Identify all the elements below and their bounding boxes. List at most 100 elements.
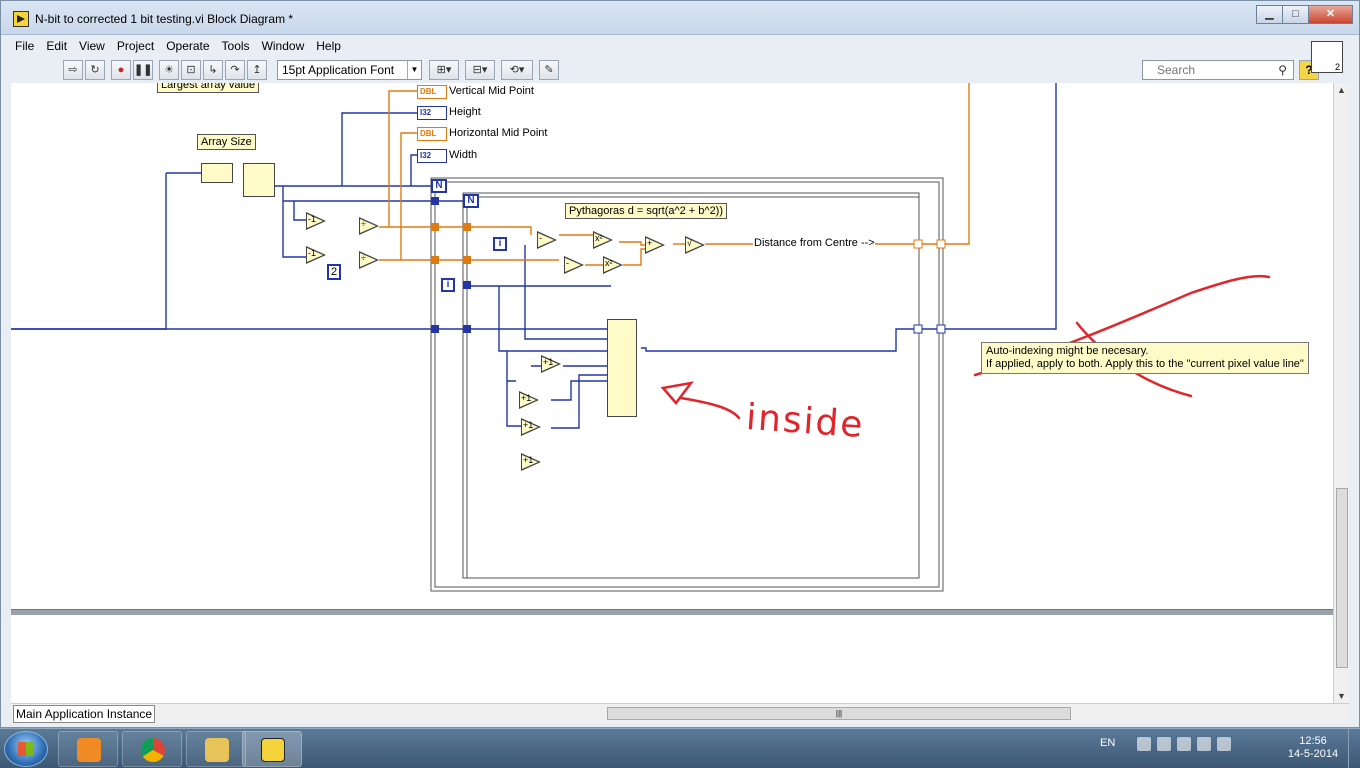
sqrt-node[interactable]: √	[685, 236, 705, 254]
divide-node[interactable]: ÷	[359, 217, 379, 235]
square-node[interactable]: x²	[593, 231, 613, 249]
inner-loop-iteration-terminal[interactable]: i	[493, 237, 507, 251]
clock-date: 14-5-2014	[1287, 748, 1339, 760]
retain-wire-values-icon[interactable]: ⊡	[181, 60, 201, 80]
vi-icon[interactable]: 2	[1311, 41, 1343, 73]
subtract-node[interactable]: -	[564, 256, 584, 274]
horizontal-scrollbar[interactable]: |||	[171, 706, 1331, 722]
pause-icon[interactable]: ❚❚	[133, 60, 153, 80]
add-symbol: +	[647, 238, 653, 248]
menu-tools[interactable]: Tools	[216, 37, 256, 57]
divide-symbol: ÷	[361, 219, 366, 229]
terminal-type-dbl[interactable]: DBL	[417, 85, 447, 99]
volume-icon[interactable]	[1197, 737, 1212, 751]
terminal-type-i32[interactable]: I32	[417, 149, 447, 163]
add-node[interactable]: +	[645, 236, 665, 254]
step-over-icon[interactable]: ↷	[225, 60, 245, 80]
pythagoras-label: Pythagoras d = sqrt(a^2 + b^2))	[565, 203, 728, 219]
comment-line-1: Auto-indexing might be necesary.	[986, 345, 1149, 357]
square-symbol: x²	[595, 233, 603, 243]
abort-icon[interactable]: ●	[111, 60, 131, 80]
menu-view[interactable]: View	[73, 37, 111, 57]
search-input[interactable]	[1157, 61, 1275, 79]
toolbar: ⇨ ↻ ● ❚❚ ☀ ⊡ ↳ ↷ ↥ 15pt Application Font…	[9, 58, 1349, 82]
media-player-icon	[77, 738, 101, 762]
device-icon[interactable]	[1157, 737, 1172, 751]
taskbar-media-player[interactable]	[58, 731, 118, 767]
array-size-label: Array Size	[197, 134, 256, 150]
taskbar-labview[interactable]	[242, 731, 302, 767]
chevron-down-icon: ▼	[407, 61, 421, 79]
step-into-icon[interactable]: ↳	[203, 60, 223, 80]
divide-node[interactable]: ÷	[359, 251, 379, 269]
menu-help[interactable]: Help	[310, 37, 347, 57]
close-button[interactable]: ✕	[1308, 5, 1353, 24]
action-center-flag-icon[interactable]	[1137, 737, 1152, 751]
decrement-node[interactable]: -1	[306, 246, 326, 264]
labview-app-icon	[13, 11, 29, 27]
taskbar-clock[interactable]: 12:56 14-5-2014	[1284, 735, 1342, 761]
sqrt-symbol: √	[687, 238, 692, 248]
comment-note[interactable]: Auto-indexing might be necesary. If appl…	[981, 342, 1309, 374]
vertical-scrollbar[interactable]: ▲ ▼	[1333, 83, 1349, 703]
language-indicator[interactable]: EN	[1100, 737, 1115, 751]
vertical-scroll-thumb[interactable]	[1336, 488, 1348, 668]
highlight-execution-icon[interactable]: ☀	[159, 60, 179, 80]
search-icon[interactable]: ⚲	[1278, 63, 1287, 77]
vertical-mid-point-label: Vertical Mid Point	[449, 85, 534, 97]
taskbar-chrome[interactable]	[122, 731, 182, 767]
network-signal-icon[interactable]	[1177, 737, 1192, 751]
numeric-constant-two[interactable]: 2	[327, 264, 341, 280]
start-button[interactable]	[4, 731, 48, 767]
menu-window[interactable]: Window	[256, 37, 311, 57]
divide-symbol: ÷	[361, 253, 366, 263]
array-size-node[interactable]	[201, 163, 233, 183]
taskbar-explorer[interactable]	[186, 731, 246, 767]
horizontal-scroll-thumb[interactable]: |||	[607, 707, 1071, 720]
menu-operate[interactable]: Operate	[160, 37, 215, 57]
distribute-objects-icon[interactable]: ⊟▾	[465, 60, 495, 80]
reorder-icon[interactable]: ⟲▾	[501, 60, 533, 80]
index-array-inner-node[interactable]	[607, 319, 637, 417]
font-select-value: 15pt Application Font	[282, 63, 395, 77]
scroll-down-icon[interactable]: ▼	[1337, 691, 1346, 701]
step-out-icon[interactable]: ↥	[247, 60, 267, 80]
increment-node[interactable]: +1	[519, 391, 539, 409]
menu-project[interactable]: Project	[111, 37, 160, 57]
increment-node[interactable]: +1	[521, 418, 541, 436]
decrement-node[interactable]: -1	[306, 212, 326, 230]
outer-loop-iteration-terminal[interactable]: i	[441, 278, 455, 292]
align-objects-icon[interactable]: ⊞▾	[429, 60, 459, 80]
square-symbol: x²	[605, 258, 613, 268]
menu-file[interactable]: File	[9, 37, 40, 57]
minimize-button[interactable]: ▁	[1256, 5, 1283, 24]
scroll-up-icon[interactable]: ▲	[1337, 85, 1346, 95]
height-label: Height	[449, 106, 481, 118]
run-arrow-icon[interactable]: ⇨	[63, 60, 83, 80]
decrement-symbol: -1	[308, 248, 317, 258]
inner-loop-count-terminal[interactable]: N	[463, 194, 479, 208]
clean-up-diagram-icon[interactable]: ✎	[539, 60, 559, 80]
menu-edit[interactable]: Edit	[40, 37, 73, 57]
dropbox-icon[interactable]	[1217, 737, 1232, 751]
run-continuously-icon[interactable]: ↻	[85, 60, 105, 80]
outer-loop-count-terminal[interactable]: N	[431, 179, 447, 193]
application-instance-label: Main Application Instance	[13, 705, 156, 723]
comment-line-2: If applied, apply to both. Apply this to…	[986, 358, 1304, 370]
largest-array-value-label: Largest array value	[157, 83, 260, 93]
search-box[interactable]: ⚲	[1142, 60, 1294, 80]
square-node[interactable]: x²	[603, 256, 623, 274]
subtract-node[interactable]: -	[537, 231, 557, 249]
increment-symbol: +1	[523, 420, 534, 430]
terminal-type-i32[interactable]: I32	[417, 106, 447, 120]
increment-node[interactable]: +1	[541, 355, 561, 373]
windows-taskbar: EN 12:56 14-5-2014	[0, 728, 1360, 768]
index-array-node[interactable]	[243, 163, 275, 197]
show-desktop-button[interactable]	[1348, 729, 1360, 768]
maximize-button[interactable]: □	[1282, 5, 1309, 24]
terminal-type-dbl[interactable]: DBL	[417, 127, 447, 141]
lower-diagram-pane[interactable]	[11, 615, 1333, 703]
block-diagram-canvas[interactable]: DBL Vertical Mid Point I32 Height DBL Ho…	[11, 83, 1333, 609]
font-select[interactable]: 15pt Application Font ▼	[277, 60, 422, 80]
increment-node[interactable]: +1	[521, 453, 541, 471]
